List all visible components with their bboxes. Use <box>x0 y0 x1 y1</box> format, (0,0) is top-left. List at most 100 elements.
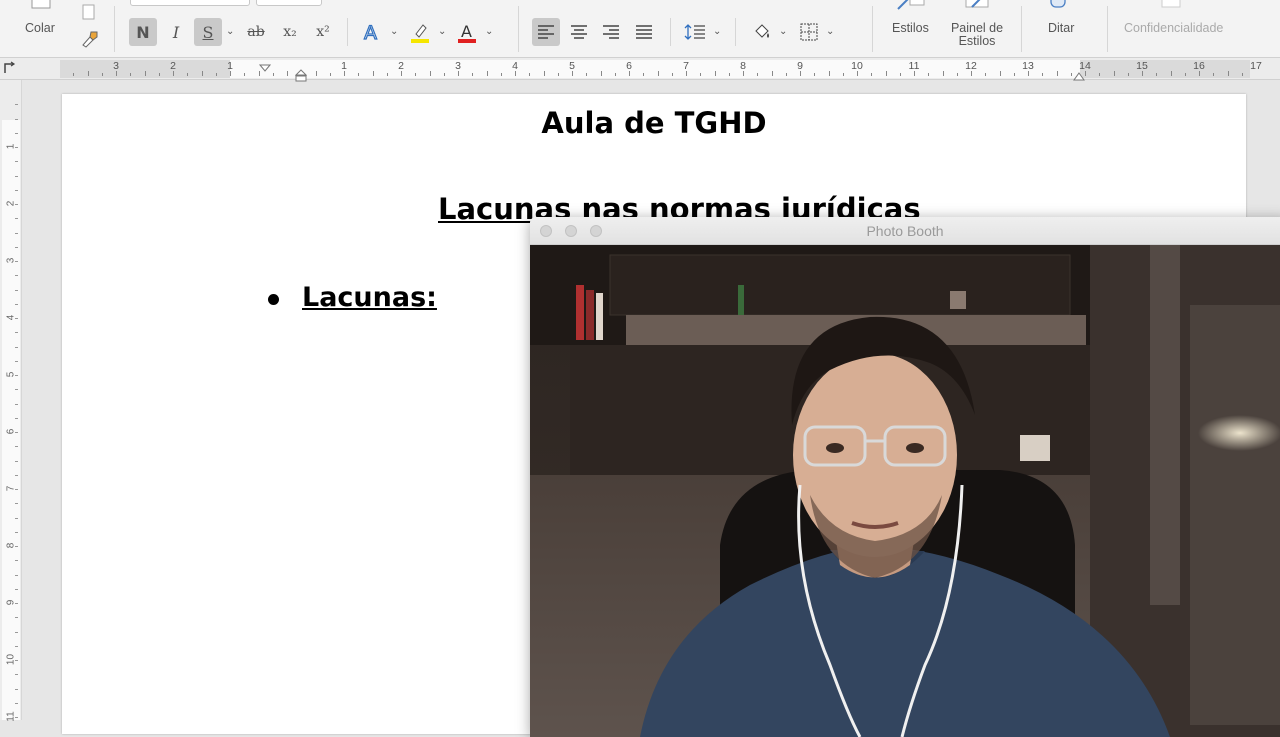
dictate-button-label[interactable]: Ditar <box>1048 21 1074 35</box>
ruler-tick <box>629 71 630 76</box>
vertical-ruler-tick <box>15 432 18 433</box>
ruler-tick <box>899 73 901 76</box>
ruler-tick <box>1227 71 1229 76</box>
ruler-tick <box>800 71 801 76</box>
ruler-tick <box>173 71 174 76</box>
ruler-tick <box>287 71 288 76</box>
ruler-tick <box>757 73 759 76</box>
font-color-chevron-down-icon[interactable]: ⌄ <box>485 26 493 37</box>
underline-button-label[interactable]: S <box>194 18 222 46</box>
horizontal-ruler[interactable]: 3 2 1 1 2 3 4 5 6 7 8 9 10 11 12 13 14 15 16 17 <box>0 58 1280 83</box>
first-line-indent-marker[interactable] <box>258 59 272 72</box>
styles-icon[interactable] <box>892 0 932 16</box>
paste-icon[interactable] <box>26 0 56 14</box>
text-effects-icon[interactable]: A <box>358 18 386 46</box>
vertical-ruler-tick <box>15 631 18 633</box>
styles-button-label[interactable]: Estilos <box>892 21 929 35</box>
vertical-ruler-tick <box>15 161 18 163</box>
svg-text:A: A <box>364 22 377 43</box>
superscript-button[interactable]: x² <box>309 18 337 46</box>
ruler-tick <box>1213 73 1215 76</box>
vertical-ruler-tick <box>15 503 18 505</box>
ruler-tick <box>971 71 972 76</box>
vertical-ruler-tick <box>15 574 18 576</box>
shading-icon[interactable] <box>748 18 776 46</box>
ribbon-separator <box>670 18 671 46</box>
ruler-tick <box>671 73 673 76</box>
photo-booth-window[interactable]: Photo Booth <box>530 217 1280 737</box>
justify-icon[interactable] <box>630 18 658 46</box>
ruler-tick <box>828 71 830 76</box>
ruler-tick <box>928 73 930 76</box>
vertical-ruler-tick <box>15 147 18 148</box>
ruler-tick <box>415 73 417 76</box>
borders-chevron-down-icon[interactable]: ⌄ <box>826 26 834 37</box>
microphone-icon[interactable] <box>1045 0 1071 14</box>
align-left-icon[interactable] <box>532 18 560 46</box>
vertical-ruler-tick <box>15 132 18 134</box>
vertical-ruler-tick <box>15 688 18 690</box>
highlight-icon[interactable] <box>406 18 434 46</box>
ruler-tick <box>472 73 474 76</box>
hanging-indent-marker[interactable] <box>294 69 308 83</box>
vertical-ruler-tick <box>15 275 18 277</box>
paste-button-label[interactable]: Colar <box>25 21 55 35</box>
copy-icon[interactable] <box>78 2 100 24</box>
right-indent-marker[interactable] <box>1073 69 1085 81</box>
ruler-tick <box>714 71 716 76</box>
vertical-ruler-tick <box>15 332 18 334</box>
styles-pane-button-label[interactable]: Painel de Estilos <box>948 21 1006 48</box>
vertical-ruler-tick <box>15 531 18 533</box>
bullet-point <box>268 294 279 305</box>
align-right-icon[interactable] <box>597 18 625 46</box>
line-spacing-chevron-down-icon[interactable]: ⌄ <box>713 26 721 37</box>
align-center-icon[interactable] <box>565 18 593 46</box>
ruler-tick <box>842 73 844 76</box>
vertical-ruler-tick <box>15 660 18 661</box>
ruler-tick <box>215 73 217 76</box>
ribbon-separator <box>1107 6 1108 52</box>
ruler-right-margin <box>1080 60 1250 78</box>
ruler-tick <box>700 73 702 76</box>
ruler-tick <box>1070 73 1072 76</box>
vertical-ruler-tick <box>15 403 18 405</box>
highlight-chevron-down-icon[interactable]: ⌄ <box>438 26 446 37</box>
styles-pane-label-line2: Estilos <box>958 34 996 48</box>
vertical-ruler-tick <box>15 617 18 619</box>
font-name-field[interactable] <box>130 0 250 6</box>
styles-pane-label-line1: Painel de <box>950 21 1004 35</box>
tab-stop-selector-icon[interactable] <box>2 60 18 76</box>
ruler-tick <box>429 71 431 76</box>
photo-booth-title: Photo Booth <box>866 223 944 239</box>
line-spacing-icon[interactable] <box>681 18 709 46</box>
borders-icon[interactable] <box>795 18 823 46</box>
italic-button[interactable]: I <box>162 18 190 46</box>
text-effects-chevron-down-icon[interactable]: ⌄ <box>390 26 398 37</box>
vertical-ruler-tick <box>15 189 18 191</box>
font-size-field[interactable] <box>256 0 322 6</box>
ruler-tick <box>1013 73 1015 76</box>
ruler-tick <box>187 73 189 76</box>
ribbon-separator <box>518 6 519 52</box>
ruler-tick <box>785 73 787 76</box>
vertical-ruler[interactable]: 1 2 3 4 5 6 7 8 9 10 11 <box>0 80 22 722</box>
ruler-tick <box>344 71 345 76</box>
vertical-ruler-tick <box>15 375 18 376</box>
vertical-ruler-tick <box>15 517 18 519</box>
format-painter-icon[interactable] <box>79 27 101 49</box>
vertical-ruler-tick <box>15 460 18 462</box>
ruler-tick <box>771 71 773 76</box>
styles-pane-icon[interactable] <box>958 0 998 16</box>
ruler-tick <box>1099 73 1101 76</box>
subscript-button[interactable]: x₂ <box>276 18 304 46</box>
font-color-icon[interactable]: A <box>453 18 481 46</box>
ruler-tick <box>985 73 987 76</box>
ruler-tick <box>529 73 531 76</box>
underline-chevron-down-icon[interactable]: ⌄ <box>226 26 234 37</box>
photo-booth-titlebar[interactable]: Photo Booth <box>530 217 1280 245</box>
bold-button-label[interactable]: N <box>129 18 157 46</box>
shading-chevron-down-icon[interactable]: ⌄ <box>779 26 787 37</box>
ruler-tick <box>572 71 573 76</box>
strikethrough-button[interactable]: ab <box>242 18 270 46</box>
vertical-ruler-tick <box>15 318 18 319</box>
